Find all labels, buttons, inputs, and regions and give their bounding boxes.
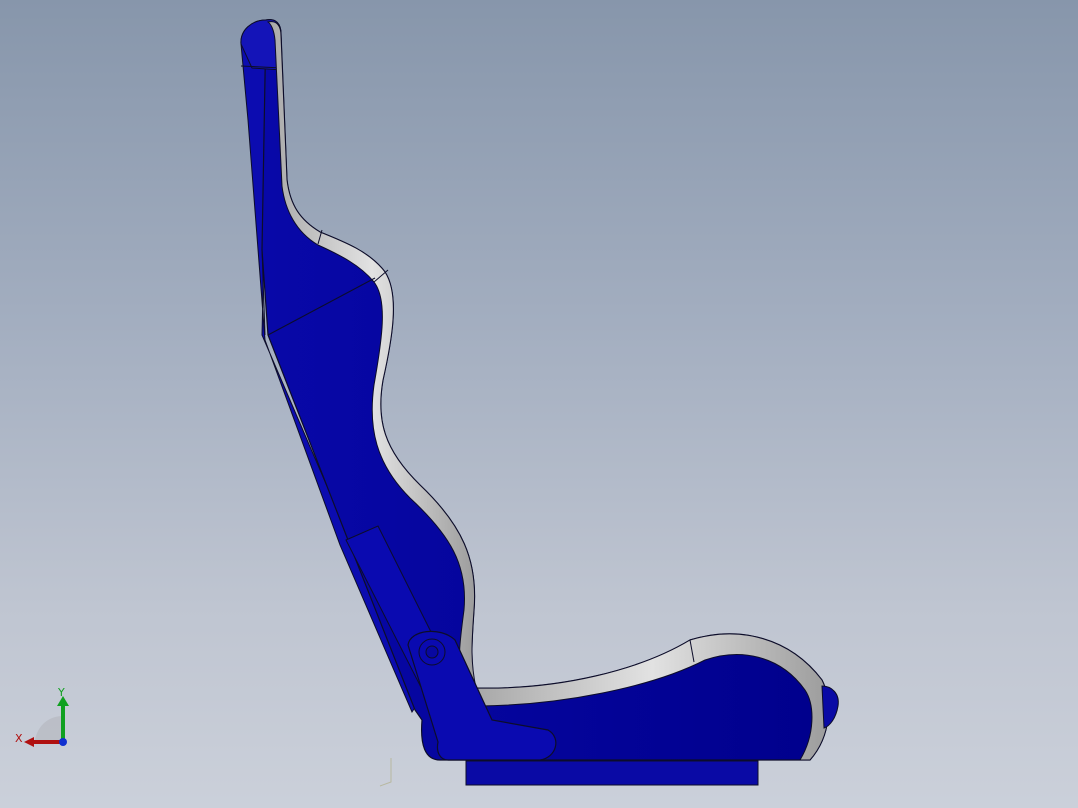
- triad-plane: [35, 716, 63, 740]
- x-axis-arrowhead: [24, 737, 34, 747]
- seat-base-rail: [465, 760, 759, 786]
- cad-viewport[interactable]: X Y: [0, 0, 1078, 808]
- seat-front-bolster: [821, 685, 839, 729]
- origin-marker: [379, 758, 392, 787]
- y-axis-label: Y: [58, 686, 65, 699]
- seat-model-view[interactable]: [0, 0, 1078, 808]
- x-axis-label: X: [15, 732, 23, 745]
- recliner-pivot-inner: [425, 645, 439, 659]
- coordinate-triad: X Y: [10, 684, 80, 754]
- z-axis-dot: [59, 738, 67, 746]
